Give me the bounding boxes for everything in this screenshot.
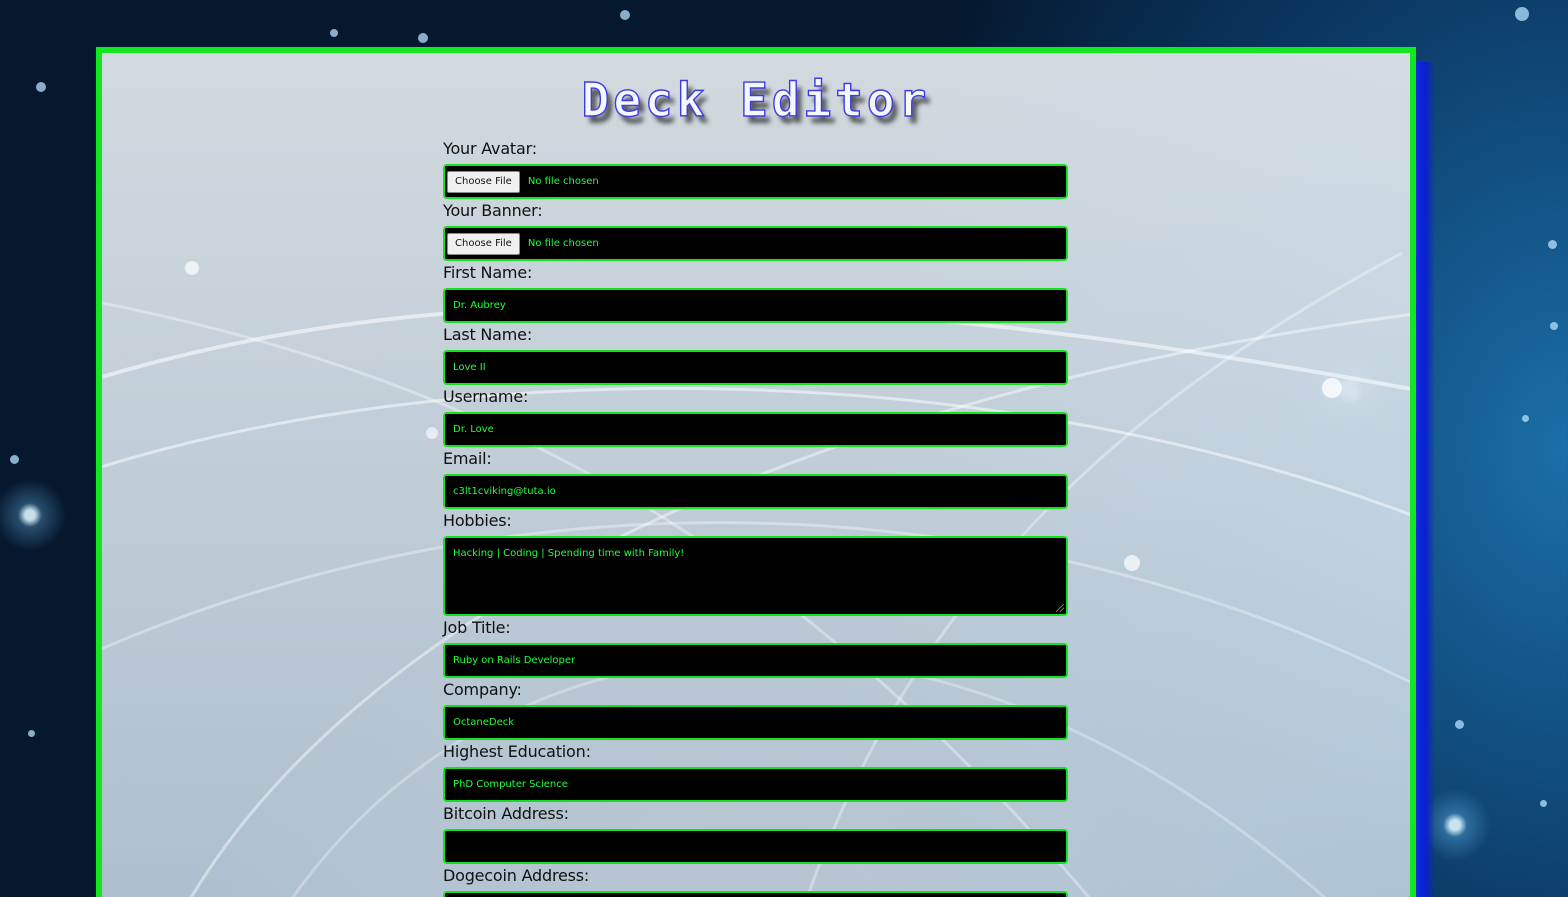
job-title-label: Job Title: [443, 618, 511, 637]
username-label: Username: [443, 387, 529, 406]
banner-file-status: No file chosen [527, 238, 599, 249]
page-title: Deck Editor [581, 72, 931, 127]
company-input[interactable]: OctaneDeck [443, 705, 1068, 740]
email-input[interactable]: c3lt1cviking@tuta.io [443, 474, 1068, 509]
first-name-label: First Name: [443, 263, 533, 282]
resize-handle-icon[interactable] [1056, 604, 1064, 612]
job-title-row: Job Title: Ruby on Rails Developer [443, 618, 1068, 678]
last-name-label: Last Name: [443, 325, 533, 344]
hobbies-label: Hobbies: [443, 511, 512, 530]
username-row: Username: Dr. Love [443, 387, 1068, 447]
dogecoin-row: Dogecoin Address: [443, 866, 1068, 897]
email-row: Email: c3lt1cviking@tuta.io [443, 449, 1068, 509]
first-name-input[interactable]: Dr. Aubrey [443, 288, 1068, 323]
editor-panel: Deck Editor Your Avatar: Choose File No … [96, 47, 1416, 897]
company-row: Company: OctaneDeck [443, 680, 1068, 740]
bitcoin-row: Bitcoin Address: [443, 804, 1068, 864]
avatar-label: Your Avatar: [443, 139, 537, 158]
first-name-row: First Name: Dr. Aubrey [443, 263, 1068, 323]
hobbies-text: Hacking | Coding | Spending time with Fa… [453, 548, 685, 559]
email-label: Email: [443, 449, 492, 468]
last-name-row: Last Name: Love II [443, 325, 1068, 385]
job-title-input[interactable]: Ruby on Rails Developer [443, 643, 1068, 678]
hobbies-textarea[interactable]: Hacking | Coding | Spending time with Fa… [443, 536, 1068, 616]
banner-file-input[interactable]: Choose File No file chosen [443, 226, 1068, 261]
avatar-choose-file-button[interactable]: Choose File [447, 170, 520, 193]
dogecoin-input[interactable] [443, 891, 1068, 897]
banner-choose-file-button[interactable]: Choose File [447, 232, 520, 255]
avatar-row: Your Avatar: Choose File No file chosen [443, 139, 1068, 199]
company-label: Company: [443, 680, 522, 699]
dogecoin-label: Dogecoin Address: [443, 866, 590, 885]
profile-form: Your Avatar: Choose File No file chosen … [443, 139, 1068, 897]
bitcoin-label: Bitcoin Address: [443, 804, 569, 823]
last-name-input[interactable]: Love II [443, 350, 1068, 385]
banner-label: Your Banner: [443, 201, 543, 220]
avatar-file-status: No file chosen [527, 176, 599, 187]
banner-row: Your Banner: Choose File No file chosen [443, 201, 1068, 261]
education-label: Highest Education: [443, 742, 591, 761]
avatar-file-input[interactable]: Choose File No file chosen [443, 164, 1068, 199]
hobbies-row: Hobbies: Hacking | Coding | Spending tim… [443, 511, 1068, 616]
education-input[interactable]: PhD Computer Science [443, 767, 1068, 802]
username-input[interactable]: Dr. Love [443, 412, 1068, 447]
bitcoin-input[interactable] [443, 829, 1068, 864]
education-row: Highest Education: PhD Computer Science [443, 742, 1068, 802]
